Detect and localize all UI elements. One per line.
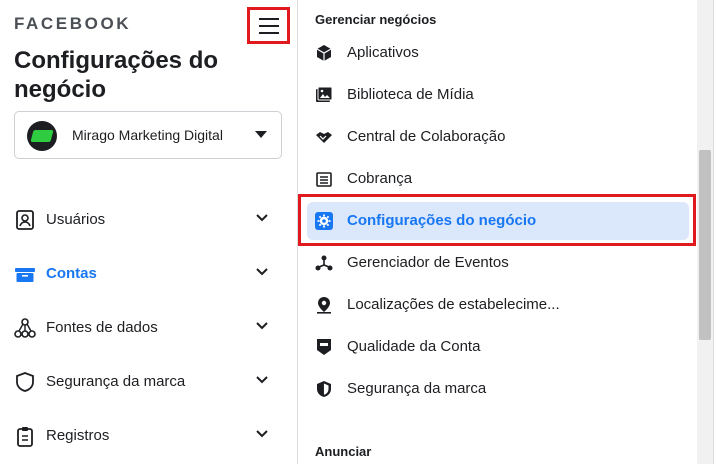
- menu-item-events-manager[interactable]: Gerenciador de Eventos: [307, 244, 689, 282]
- menu-item-label: Central de Colaboração: [347, 128, 506, 145]
- menu-item-brand-safety[interactable]: Segurança da marca: [307, 370, 689, 408]
- events-icon: [315, 255, 333, 271]
- nav-item-users[interactable]: Usuários: [0, 200, 298, 240]
- menu-item-label: Aplicativos: [347, 44, 419, 61]
- chevron-down-icon: [256, 322, 268, 330]
- business-name: Mirago Marketing Digital: [72, 127, 223, 143]
- nav-item-label: Fontes de dados: [46, 319, 158, 336]
- chevron-down-icon: [256, 376, 268, 384]
- shield-icon: [16, 372, 34, 392]
- business-settings-sidebar: FACEBOOK Configurações do negócio Mirago…: [0, 0, 298, 464]
- nav-item-label: Registros: [46, 427, 110, 444]
- chevron-down-icon: [256, 268, 268, 276]
- folder-icon: [15, 268, 35, 282]
- billing-icon: [316, 172, 332, 187]
- nav-item-label: Usuários: [46, 211, 106, 228]
- menu-item-account-quality[interactable]: Qualidade da Conta: [307, 328, 689, 366]
- page-title: Configurações do negócio: [14, 47, 219, 103]
- business-avatar: [27, 121, 57, 151]
- shield-icon: [317, 381, 331, 397]
- nav-item-registers[interactable]: Registros: [0, 416, 298, 456]
- clipboard-icon: [17, 427, 33, 447]
- menu-item-label: Biblioteca de Mídia: [347, 86, 474, 103]
- chevron-down-icon: [256, 214, 268, 222]
- user-badge-icon: [16, 210, 34, 230]
- nav-item-label: Segurança da marca: [46, 373, 186, 390]
- hamburger-menu-button[interactable]: [247, 7, 290, 44]
- menu-item-collaboration-center[interactable]: Central de Colaboração: [307, 118, 689, 156]
- location-pin-icon: [317, 297, 331, 314]
- menu-item-billing[interactable]: Cobrança: [307, 160, 689, 198]
- data-sources-icon: [14, 318, 36, 338]
- account-quality-icon: [317, 339, 331, 355]
- caret-down-icon: [255, 131, 267, 138]
- hamburger-icon: [258, 17, 279, 34]
- business-account-selector[interactable]: Mirago Marketing Digital: [14, 111, 282, 159]
- chevron-down-icon: [256, 430, 268, 438]
- menu-item-media-library[interactable]: Biblioteca de Mídia: [307, 76, 689, 114]
- menu-item-label: Localizações de estabelecime...: [347, 296, 560, 313]
- menu-item-label: Gerenciador de Eventos: [347, 254, 509, 271]
- nav-item-data-sources[interactable]: Fontes de dados: [0, 308, 298, 348]
- section-heading-manage: Gerenciar negócios: [315, 12, 437, 27]
- cube-icon: [316, 45, 332, 61]
- menu-item-label: Segurança da marca: [347, 380, 487, 397]
- menu-item-business-locations[interactable]: Localizações de estabelecime...: [307, 286, 689, 324]
- menu-scrollbar-thumb[interactable]: [699, 150, 711, 340]
- nav-item-accounts[interactable]: Contas: [0, 254, 298, 294]
- menu-item-label: Qualidade da Conta: [347, 338, 481, 355]
- facebook-logo: FACEBOOK: [14, 14, 132, 33]
- nav-item-label: Contas: [46, 265, 97, 282]
- menu-item-apps[interactable]: Aplicativos: [307, 34, 689, 72]
- section-heading-advertise: Anunciar: [315, 444, 372, 459]
- handshake-icon: [316, 132, 332, 143]
- menu-item-label: Cobrança: [347, 170, 413, 187]
- selection-highlight-box: [298, 194, 696, 246]
- nav-item-brand-safety[interactable]: Segurança da marca: [0, 362, 298, 402]
- media-library-icon: [316, 86, 333, 102]
